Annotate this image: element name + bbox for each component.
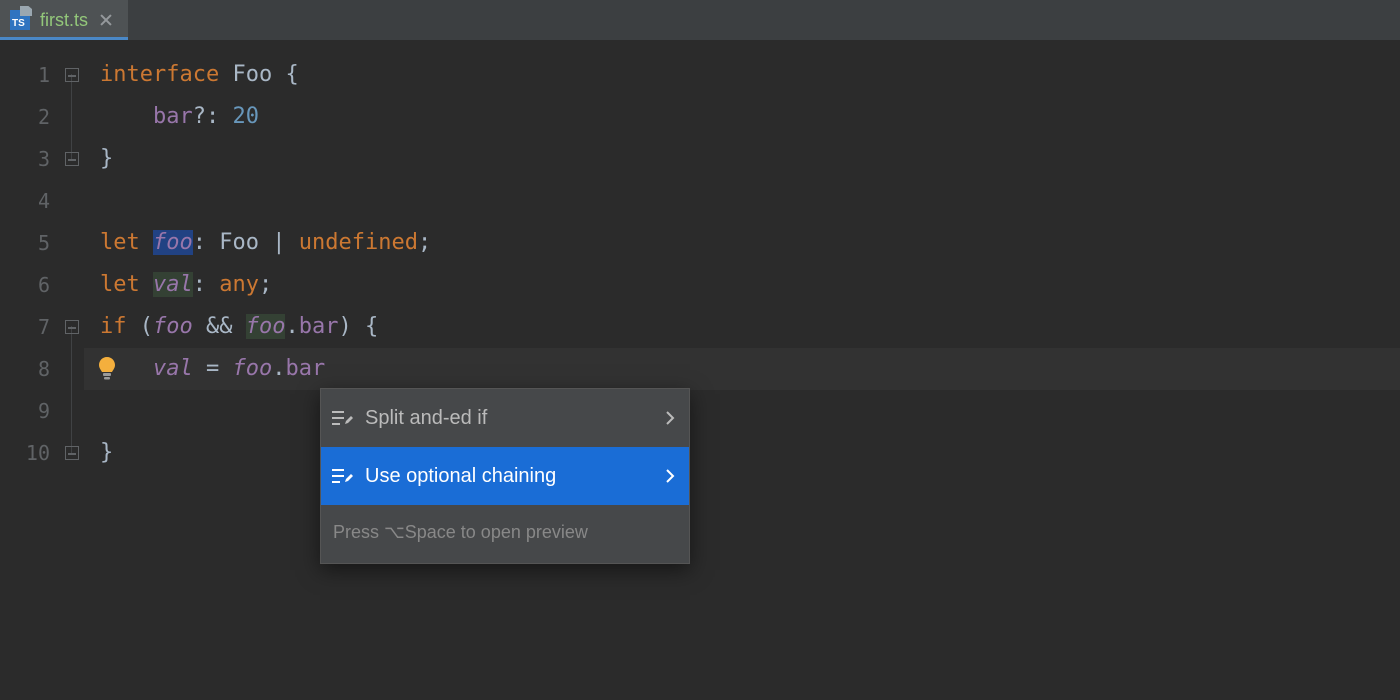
fold-end-icon[interactable]: [65, 152, 79, 166]
intention-item-optional-chaining[interactable]: Use optional chaining: [321, 447, 689, 505]
line-number-gutter: 1 2 3 4 5 6 7 8 9 10: [0, 40, 60, 700]
code-line: if (foo && foo.bar) {: [100, 306, 1400, 348]
tab-bar: TS first.ts: [0, 0, 1400, 40]
tab-filename: first.ts: [40, 10, 88, 31]
code-line: let foo: Foo | undefined;: [100, 222, 1400, 264]
code-line: bar?: 20: [100, 96, 1400, 138]
code-line: [100, 180, 1400, 222]
line-number: 10: [0, 432, 50, 474]
code-line: }: [100, 432, 1400, 474]
edit-icon: [331, 467, 353, 485]
fold-toggle-icon[interactable]: [65, 320, 79, 334]
code-line: interface Foo {: [100, 54, 1400, 96]
intention-hint: Press ⌥Space to open preview: [321, 505, 689, 563]
typescript-file-icon: TS: [10, 10, 30, 30]
line-number: 8: [0, 348, 50, 390]
code-line: let val: any;: [100, 264, 1400, 306]
line-number: 4: [0, 180, 50, 222]
intention-item-label: Split and-ed if: [365, 397, 487, 439]
code-area[interactable]: interface Foo { bar?: 20 } let foo: Foo …: [84, 40, 1400, 700]
fold-toggle-icon[interactable]: [65, 68, 79, 82]
edit-icon: [331, 409, 353, 427]
intention-bulb-icon[interactable]: [96, 356, 118, 382]
code-line: [100, 390, 1400, 432]
tab-first-ts[interactable]: TS first.ts: [0, 0, 128, 40]
chevron-right-icon: [666, 469, 675, 483]
line-number: 5: [0, 222, 50, 264]
code-line: }: [100, 138, 1400, 180]
fold-end-icon[interactable]: [65, 446, 79, 460]
line-number: 1: [0, 54, 50, 96]
chevron-right-icon: [666, 411, 675, 425]
code-line-current: val = foo.bar: [84, 348, 1400, 390]
line-number: 9: [0, 390, 50, 432]
line-number: 7: [0, 306, 50, 348]
line-number: 6: [0, 264, 50, 306]
editor: 1 2 3 4 5 6 7 8 9 10 interface Foo { bar…: [0, 40, 1400, 700]
intention-item-split-if[interactable]: Split and-ed if: [321, 389, 689, 447]
line-number: 2: [0, 96, 50, 138]
intention-menu: Split and-ed if Use optional chaining Pr…: [320, 388, 690, 564]
fold-gutter: [60, 40, 84, 700]
line-number: 3: [0, 138, 50, 180]
intention-item-label: Use optional chaining: [365, 455, 556, 497]
close-icon[interactable]: [98, 12, 114, 28]
